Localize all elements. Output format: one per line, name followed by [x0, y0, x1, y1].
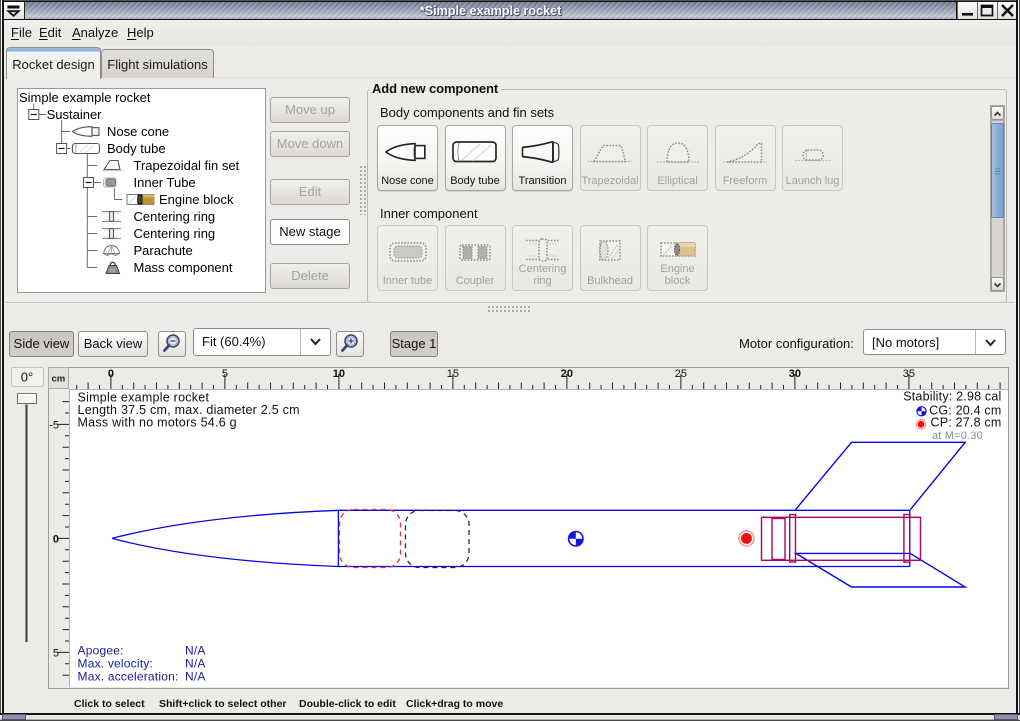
svg-text:0: 0 — [108, 368, 114, 380]
svg-text:Body tube: Body tube — [107, 141, 166, 156]
svg-text:Max. acceleration:: Max. acceleration: — [78, 670, 179, 684]
svg-text:0°: 0° — [21, 370, 33, 385]
svg-text:Max. velocity:: Max. velocity: — [78, 657, 154, 671]
svg-text:25: 25 — [675, 368, 687, 380]
svg-text:N/A: N/A — [185, 670, 206, 684]
svg-text:Sustainer: Sustainer — [47, 107, 103, 122]
svg-text:N/A: N/A — [185, 657, 206, 671]
svg-text:Centering ring: Centering ring — [134, 226, 216, 241]
svg-text:Inner Tube: Inner Tube — [134, 175, 196, 190]
svg-text:kg: kg — [110, 268, 116, 274]
svg-text:Apogee:: Apogee: — [78, 644, 124, 658]
svg-text:at M=0.30: at M=0.30 — [932, 430, 983, 442]
svg-text:cm: cm — [52, 374, 66, 385]
svg-text:CP: 27.8 cm: CP: 27.8 cm — [931, 416, 1002, 430]
svg-text:5: 5 — [222, 368, 228, 380]
svg-text:15: 15 — [447, 368, 459, 380]
svg-text:35: 35 — [903, 368, 915, 380]
svg-text:N/A: N/A — [185, 644, 206, 658]
svg-text:-5: -5 — [49, 419, 59, 431]
svg-text:Trapezoidal fin set: Trapezoidal fin set — [134, 158, 240, 173]
svg-text:Nose cone: Nose cone — [107, 124, 169, 139]
svg-text:10: 10 — [333, 368, 345, 380]
svg-text:Engine block: Engine block — [159, 192, 234, 207]
svg-text:Mass component: Mass component — [134, 260, 233, 275]
svg-text:Simple example rocket: Simple example rocket — [19, 90, 151, 105]
svg-text:Centering ring: Centering ring — [134, 209, 216, 224]
svg-text:30: 30 — [789, 368, 801, 380]
svg-text:5: 5 — [53, 647, 59, 659]
svg-text:0: 0 — [53, 533, 59, 545]
svg-text:Mass with no motors 54.6 g: Mass with no motors 54.6 g — [78, 416, 237, 430]
svg-text:20: 20 — [561, 368, 573, 380]
svg-text:Stability: 2.98 cal: Stability: 2.98 cal — [903, 390, 1001, 404]
svg-text:Parachute: Parachute — [134, 243, 193, 258]
